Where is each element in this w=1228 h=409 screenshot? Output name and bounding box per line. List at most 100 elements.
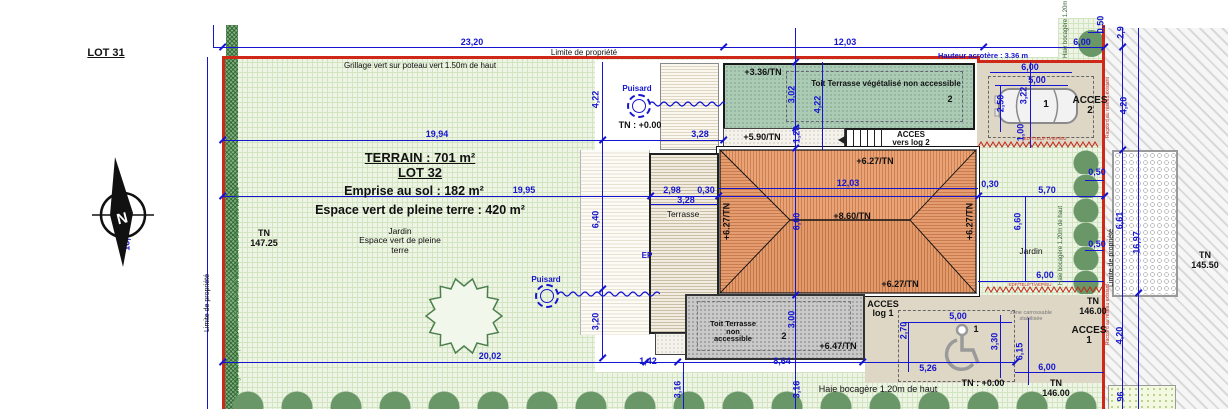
dim-line [213,47,1104,48]
dim-line [903,322,1012,323]
tn-value: 146.00 [1042,388,1070,398]
dim-6-60-jardin: 6,60 [1014,205,1023,239]
puisard-inner-circle [632,99,646,113]
dim-0-30-right: 0,30 [981,180,999,189]
limite-propriete-right: Limite de propriété [1108,229,1115,287]
property-line-top-right [977,60,1104,63]
tree-icon [425,277,503,355]
puisard-icon-top [627,94,651,118]
dim-4-20-b: 4,20 [1116,319,1125,353]
dim-line [1085,250,1104,251]
dim-line [1138,28,1139,409]
hedge-band-left-top [226,25,238,57]
toit-vegetalise-num: 2 [947,95,952,104]
toit-na-label: Toit Terrasse non accessible [710,320,756,343]
drain-wavy-bottom [558,290,660,298]
tn-146-b: TN 146.00 [1042,378,1070,399]
dim-19-95: 19,95 [513,186,536,195]
puisard-label-bottom: Puisard [531,276,560,284]
toit-vegetalise-label: Toit Terrasse végétalisé non accessible [811,80,961,88]
dim-12-03-roof: 12,03 [837,179,860,188]
zone-carrossable-label: zone carrossable stabilisée [1010,310,1052,322]
grillage-top: Grillage vert sur poteau vert 1.50m de h… [344,62,496,71]
dim-line [602,62,603,358]
reseaux-label-bottom: EDF/TEL/FT/AEP/EU [1008,283,1051,288]
level-627-bottom: +6.27/TN [881,280,918,289]
dim-line [207,57,208,409]
toit-na-line3: accessible [710,335,756,343]
haie-right-column: Haie bocagère 1.20m de haut [1058,206,1064,285]
dim-line [222,140,723,141]
dim-line [683,362,684,409]
dim-0-50-a: 0,50 [1088,168,1106,177]
dim-12-03-top: 12,03 [834,38,857,47]
dim-3-28-top: 3,28 [691,130,709,139]
dim-line [990,72,1072,73]
tn-label: TN [1191,250,1219,260]
dim-1-00: 1,00 [1017,116,1026,150]
dim-5-00-handicap: 5,00 [949,312,967,321]
dim-line [718,188,978,189]
dim-1-42: 1,42 [639,357,657,366]
dim-4-22-b: 4,22 [814,88,823,122]
zone-line2: stabilisée [1010,316,1052,322]
dim-2-70: 2,70 [900,314,909,348]
dim-0-50-b: 0,50 [1088,240,1106,249]
drain-wavy-top [649,100,725,108]
utility-line-top [978,141,1104,149]
tn-zero-bottom: TN : +0.00 [962,378,1005,388]
acces-log1-label: ACCES log 1 [867,300,899,318]
jardin-line3: terre [359,246,441,255]
espace-vert-title: Espace vert de pleine terre : 420 m² [315,204,525,218]
dim-4-20-a: 4,20 [1120,89,1129,123]
tn-value: 147.25 [250,238,278,248]
toit-na-num: 2 [781,332,786,341]
dim-line [1025,196,1026,281]
puisard-icon-bottom [535,284,559,308]
car-icon [994,84,1082,128]
dim-5-70: 5,70 [1038,186,1056,195]
main-roof [716,146,980,297]
bush-row-bottom [230,390,1100,409]
level-627-right: +6.27/TN [966,199,975,245]
dim-5-00-parking: 5,00 [1028,76,1046,85]
dim-23-20: 23,20 [461,38,484,47]
puisard-label-top: Puisard [622,85,651,93]
stairs-arrow-icon [838,136,845,144]
handicap-space-num: 1 [973,325,978,334]
dim-6-15: 6,15 [1016,335,1025,369]
lot32-title: LOT 32 [398,166,442,180]
dim-0-30-left: 0,30 [697,186,715,195]
dim-6-61: 6,61 [1116,204,1125,238]
tn-label: TN [1042,378,1070,388]
level-647: +6.47/TN [819,342,856,351]
dim-line [1000,315,1001,378]
dim-2-98: 2,98 [663,186,681,195]
level-590: +5.90/TN [743,133,780,142]
level-860-ridge: +8.60/TN [833,212,870,221]
reseaux-label-top: EDF/TEL/FT/AEP/EU [1023,137,1066,142]
acces-num: 1 [1071,336,1106,346]
log1-word: log 1 [867,309,899,318]
dim-0-50-top-right: 0,50 [1097,8,1106,42]
tn-value: 145.50 [1191,260,1219,270]
acces-2-label: ACCES 2 [1072,96,1107,116]
dim-3-22: 3,22 [1020,79,1029,113]
tn-14550: TN 145.50 [1191,250,1219,271]
dim-20-02: 20,02 [479,352,502,361]
level-336: +3.36/TN [744,68,781,77]
dim-3-16-a: 3,16 [674,373,683,407]
dim-5-26: 5,26 [919,364,937,373]
tn-label: TN [250,228,278,238]
acces-1-label: ACCES 1 [1071,326,1106,346]
dim-3-28-terrasse: 3,28 [677,196,695,205]
tn-146-a: TN 146.00 [1079,296,1107,317]
puisard-inner-circle [540,289,554,303]
grillage-left-band: Grillage vert sur poteau vert 1.50m de h… [235,187,241,395]
dim-6-60-roof: 6,60 [793,205,802,239]
tn-label: TN [1079,296,1107,306]
terrain-title: TERRAIN : 701 m² [365,151,476,165]
car-space-num: 1 [1043,100,1049,110]
dim-4-22-a: 4,22 [592,83,601,117]
dim-line [1085,180,1104,181]
